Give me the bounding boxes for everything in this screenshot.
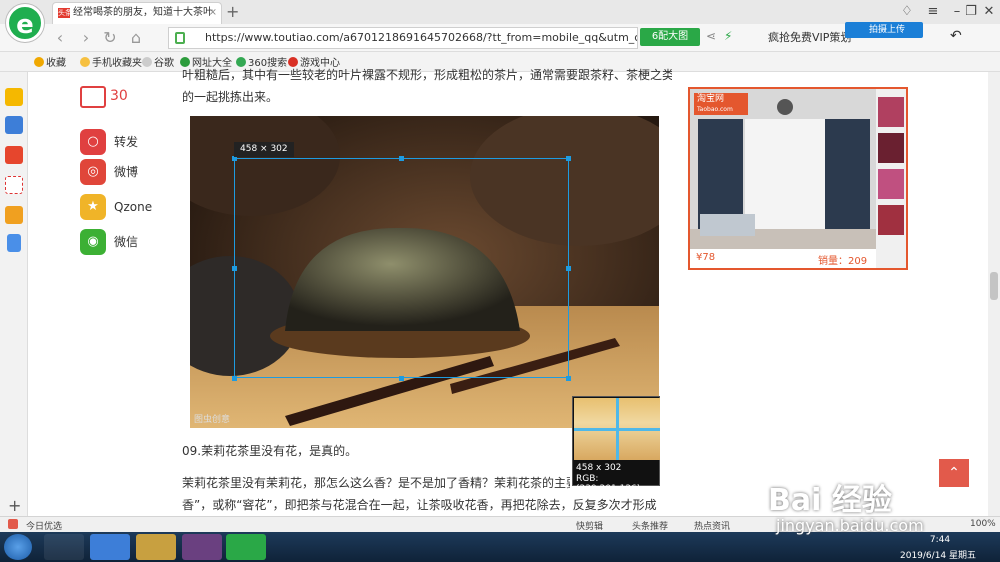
tab-title: 经常喝茶的朋友，知道十大茶叶 — [73, 7, 213, 18]
doc-icon[interactable] — [7, 234, 21, 252]
clock-time[interactable]: 7:44 — [910, 535, 970, 545]
share-wechat[interactable]: ◉ 微信 — [80, 228, 138, 256]
comment-count: 30 — [110, 88, 128, 104]
add-sidebar-button[interactable]: + — [8, 496, 21, 515]
magnifier-size: 458 x 302 — [576, 463, 622, 473]
start-button[interactable] — [4, 534, 32, 560]
taskbar-app[interactable] — [44, 534, 84, 560]
new-tab-button[interactable]: + — [226, 2, 239, 21]
mail-icon[interactable] — [5, 176, 23, 194]
article-paragraph: 的一起挑拣出来。 — [182, 90, 279, 104]
bookmark-item[interactable]: 手机收藏夹 — [80, 54, 142, 69]
taskbar-app[interactable] — [182, 534, 222, 560]
promo-text[interactable]: 疯抢免费VIP策划 — [768, 29, 851, 45]
taobao-logo: 淘宝网 Taobao.com — [694, 93, 748, 115]
article-heading: 09.茉莉花茶里没有花，是真的。 — [182, 444, 358, 458]
book-icon[interactable] — [5, 206, 23, 224]
article-paragraph: 叶粗糙后，其中有一些较老的叶片裸露不规形，形成粗松的茶片，通常需要跟茶籽、茶梗之… — [182, 68, 672, 82]
resize-handle[interactable] — [566, 266, 571, 271]
lightning-icon[interactable]: ⚡ — [724, 29, 732, 43]
qzone-icon: ★ — [80, 194, 106, 220]
resize-handle[interactable] — [232, 376, 237, 381]
favorites-icon[interactable] — [5, 88, 23, 106]
resize-handle[interactable] — [399, 156, 404, 161]
zoom-level[interactable]: 100% — [970, 519, 996, 529]
status-item[interactable]: 快剪辑 — [576, 519, 603, 532]
share-icon[interactable]: ⋖ — [706, 29, 716, 43]
left-sidebar — [0, 72, 28, 516]
ad-price: ¥78 — [696, 252, 716, 263]
baidu-watermark: Bai 经验 — [768, 483, 892, 518]
magnifier-rgb: RGB:(239,201,126) — [576, 474, 641, 494]
article-paragraph: 香”，或称“窨花”，即把茶与花混合在一起，让茶吸收花香，再把花除去，反复多次才形… — [182, 498, 657, 512]
comment-icon[interactable] — [80, 86, 106, 108]
wechat-icon: ◉ — [80, 229, 106, 255]
page-icon — [142, 57, 152, 67]
status-left-text[interactable]: 今日优选 — [26, 519, 62, 532]
bookmark-item[interactable]: 收藏 — [34, 54, 66, 69]
back-to-top-button[interactable]: ⌃ — [939, 459, 969, 487]
share-repost[interactable]: ○ 转发 — [80, 128, 138, 156]
bookmark-item[interactable]: 谷歌 — [142, 54, 174, 69]
scrollbar[interactable] — [988, 72, 1000, 516]
notes-icon[interactable] — [5, 116, 23, 134]
url-text: https://www.toutiao.com/a670121869164570… — [205, 31, 637, 44]
status-item[interactable]: 热点资讯 — [694, 519, 730, 532]
image-credit: 图虫创意 — [194, 415, 231, 425]
close-tab-icon[interactable]: × — [209, 3, 217, 23]
gift-icon — [8, 519, 18, 529]
resize-handle[interactable] — [566, 376, 571, 381]
forward-button[interactable]: › — [76, 28, 96, 48]
resize-handle[interactable] — [566, 156, 571, 161]
upload-button[interactable]: 拍摄上传 — [845, 22, 923, 38]
resize-handle[interactable] — [232, 266, 237, 271]
skin-icon[interactable]: ♢ — [896, 3, 918, 21]
read-mode-button[interactable]: 6配大图 — [640, 28, 700, 46]
repost-icon: ○ — [80, 129, 106, 155]
star-icon — [34, 57, 44, 67]
taskbar-app-browser[interactable] — [226, 534, 266, 560]
selection-size-label: 458 × 302 — [234, 142, 294, 157]
weibo-share-icon: ◎ — [80, 159, 106, 185]
back-button[interactable]: ‹ — [50, 28, 70, 48]
clock-date[interactable]: 2019/6/14 星期五 — [900, 548, 980, 561]
tab-favicon: 头条 — [58, 8, 72, 18]
article-paragraph: 茉莉花茶里没有茉莉花，那怎么这么香？是不是加了香精？茉莉花茶的主要 — [182, 476, 570, 490]
close-window-button[interactable]: ✕ — [978, 3, 1000, 21]
address-input[interactable]: https://www.toutiao.com/a670121869164570… — [168, 27, 638, 49]
weibo-icon[interactable] — [5, 146, 23, 164]
baidu-watermark-url: jingyan.baidu.com — [776, 516, 924, 535]
ad-panel[interactable]: 淘宝网 Taobao.com ¥78 销量：209 — [688, 87, 908, 270]
curtain-room-illustration — [690, 89, 906, 268]
home-button[interactable]: ⌂ — [126, 28, 146, 48]
browser-logo: e — [6, 4, 44, 42]
browser-tab[interactable]: 头条 经常喝茶的朋友，知道十大茶叶 × — [52, 2, 222, 24]
magnifier-panel: 458 x 302 RGB:(239,201,126) — [572, 396, 660, 494]
scrollbar-thumb[interactable] — [990, 272, 998, 300]
resize-handle[interactable] — [399, 376, 404, 381]
share-qzone[interactable]: ★ Qzone — [80, 193, 152, 221]
menu-icon[interactable]: ≡ — [922, 3, 944, 21]
folder-icon — [80, 57, 90, 67]
magnifier-zoom — [574, 398, 660, 460]
refresh-button[interactable]: ↻ — [100, 28, 120, 48]
undo-icon[interactable]: ↶ — [950, 28, 962, 44]
screenshot-selection[interactable] — [234, 158, 569, 378]
share-weibo[interactable]: ◎ 微博 — [80, 158, 138, 186]
taskbar-app[interactable] — [136, 534, 176, 560]
status-item[interactable]: 头条推荐 — [632, 519, 668, 532]
lock-icon — [175, 32, 185, 44]
taskbar-app[interactable] — [90, 534, 130, 560]
ad-sales: 销量：209 — [818, 256, 868, 267]
